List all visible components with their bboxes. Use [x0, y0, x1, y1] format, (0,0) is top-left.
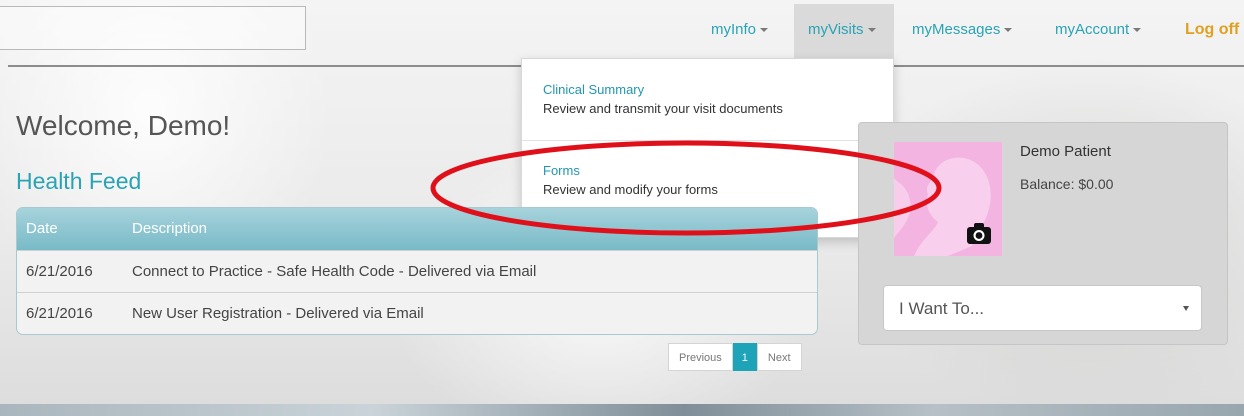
dropdown-item-clinical-summary[interactable]: Clinical Summary Review and transmit you… [543, 82, 783, 116]
table-row[interactable]: 6/21/2016 Connect to Practice - Safe Hea… [17, 250, 817, 292]
welcome-heading: Welcome, Demo! [16, 110, 231, 141]
nav-myaccount[interactable]: myAccount [1055, 4, 1142, 58]
nav-label: myAccount [1055, 21, 1130, 38]
patient-balance: Balance: $0.00 [1020, 176, 1114, 192]
dropdown-divider [522, 140, 893, 141]
dropdown-item-forms[interactable]: Forms Review and modify your forms [543, 163, 718, 197]
caret-down-icon [1133, 28, 1142, 33]
caret-down-icon [1004, 28, 1013, 33]
patient-name: Demo Patient [1020, 143, 1111, 160]
dropdown-item-desc: Review and transmit your visit documents [543, 101, 783, 116]
dropdown-arrow-icon [1183, 306, 1189, 311]
logoff-link[interactable]: Log off [1185, 4, 1239, 58]
caret-down-icon [760, 28, 769, 33]
top-nav: myInfo myVisits myMessages myAccount Log… [0, 4, 1244, 58]
cell-description: New User Registration - Delivered via Em… [132, 305, 424, 322]
nav-label: myVisits [808, 21, 864, 38]
cell-date: 6/21/2016 [26, 263, 93, 280]
caret-down-icon [867, 28, 876, 33]
health-feed-title: Health Feed [16, 168, 142, 194]
avatar[interactable] [894, 142, 1002, 256]
dropdown-item-desc: Review and modify your forms [543, 182, 718, 197]
nav-myvisits[interactable]: myVisits [794, 4, 894, 58]
table-header: Date Description [17, 208, 817, 250]
dropdown-item-title: Clinical Summary [543, 82, 645, 97]
pagination: Previous 1 Next [668, 343, 802, 371]
background-strip [0, 404, 1244, 416]
i-want-to-select[interactable]: I Want To... [883, 285, 1202, 331]
column-header-date[interactable]: Date [26, 220, 58, 237]
camera-icon[interactable] [966, 222, 992, 246]
dropdown-item-title: Forms [543, 163, 580, 178]
nav-myinfo[interactable]: myInfo [711, 4, 769, 58]
cell-date: 6/21/2016 [26, 305, 93, 322]
pager-page-1[interactable]: 1 [732, 343, 757, 371]
table-row[interactable]: 6/21/2016 New User Registration - Delive… [17, 292, 817, 334]
select-value: I Want To... [899, 299, 985, 318]
nav-mymessages[interactable]: myMessages [912, 4, 1013, 58]
nav-label: myMessages [912, 21, 1001, 38]
pager-previous[interactable]: Previous [668, 343, 733, 371]
health-feed-table: Date Description 6/21/2016 Connect to Pr… [16, 207, 818, 335]
cell-description: Connect to Practice - Safe Health Code -… [132, 263, 537, 280]
nav-label: myInfo [711, 21, 757, 38]
column-header-description[interactable]: Description [132, 220, 207, 237]
pager-next[interactable]: Next [756, 343, 802, 371]
